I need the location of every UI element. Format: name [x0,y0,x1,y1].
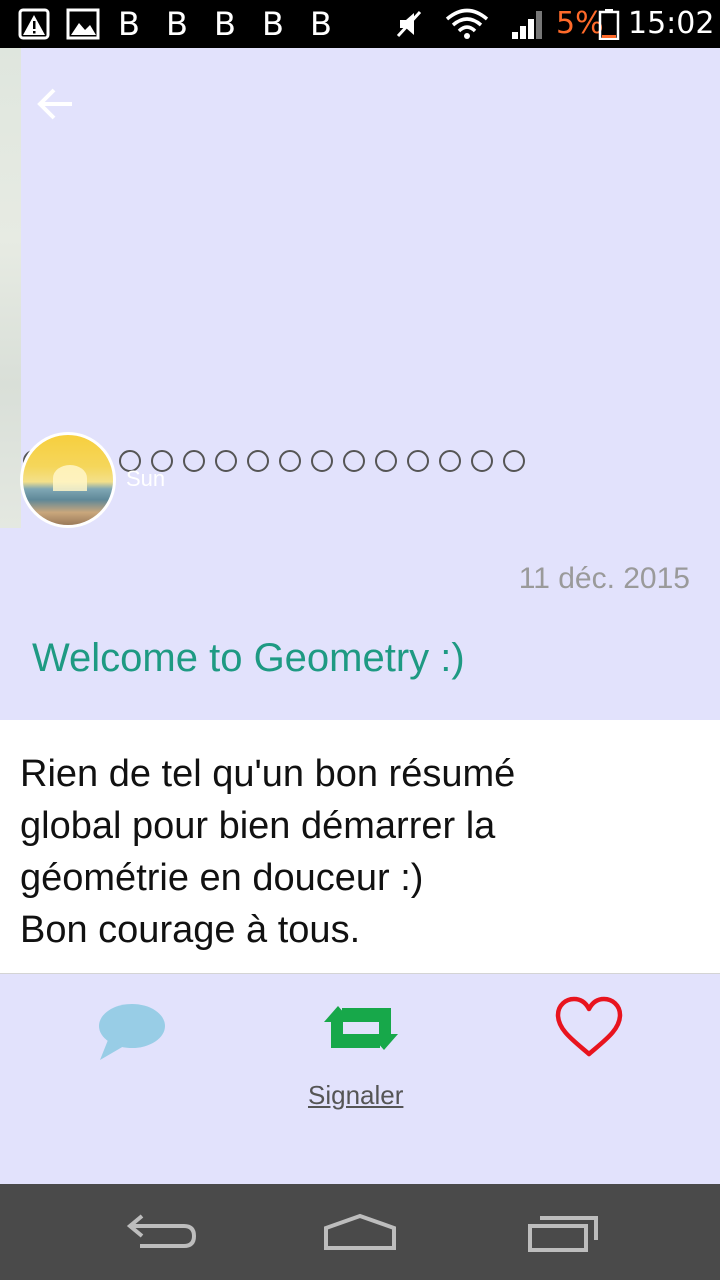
carousel-dot[interactable] [183,450,205,472]
carousel-dot[interactable] [407,450,429,472]
warning-notification-icon [18,8,50,40]
like-button[interactable] [554,996,624,1058]
carousel-dot[interactable] [343,450,365,472]
navigation-bar [0,1184,720,1280]
carousel-dot[interactable] [471,450,493,472]
post-text: Rien de tel qu'un bon résumé global pour… [20,753,516,951]
post-title: Welcome to Geometry :) [32,636,465,680]
status-bar: B B B B B 5% 15:02 [0,0,720,48]
carousel-dot[interactable] [247,450,269,472]
b-notification-icon: B [118,5,140,43]
sunset-image [53,465,87,491]
wifi-icon [445,8,489,39]
b-notification-icon: B [166,5,188,43]
avatar[interactable] [20,432,116,528]
post-body: Rien de tel qu'un bon résumé global pour… [0,720,720,974]
comment-button[interactable] [96,1000,168,1062]
battery-percent: 5% [556,6,604,41]
back-button[interactable] [34,84,78,124]
carousel-dot[interactable] [215,450,237,472]
carousel-dot[interactable] [439,450,461,472]
cover-image-edge [0,48,21,528]
nav-recents-button[interactable] [522,1210,602,1254]
nav-home-button[interactable] [320,1210,400,1254]
nav-back-icon [126,1214,197,1248]
heart-icon [555,996,623,1057]
carousel-dot[interactable] [311,450,333,472]
arrow-left-icon [37,88,72,120]
b-notification-icon: B [262,5,284,43]
repost-icon [324,1006,398,1050]
b-notification-icon: B [214,5,236,43]
mute-icon [396,10,422,38]
post-date: 11 déc. 2015 [518,562,690,595]
report-link[interactable]: Signaler [308,1080,403,1111]
nav-recents-icon [528,1216,598,1252]
signal-icon [512,11,542,39]
repost-button[interactable] [324,1004,398,1052]
carousel-dot[interactable] [503,450,525,472]
b-notification-icon: B [310,5,332,43]
username[interactable]: Sun [126,466,165,492]
speech-bubble-icon [99,1004,165,1060]
battery-icon [598,9,620,40]
nav-back-button[interactable] [124,1210,204,1254]
image-notification-icon [66,8,100,40]
carousel-dot[interactable] [375,450,397,472]
clock: 15:02 [628,6,715,41]
nav-home-icon [324,1213,396,1250]
carousel-dot[interactable] [279,450,301,472]
